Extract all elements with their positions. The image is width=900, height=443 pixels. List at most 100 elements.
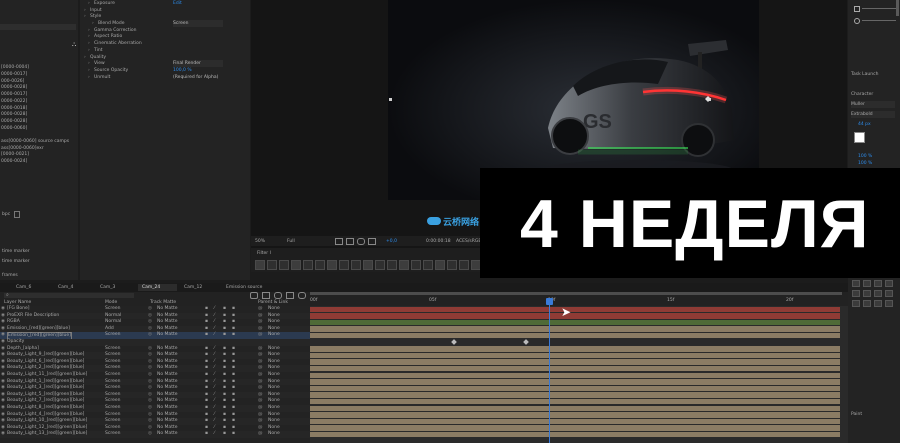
layer-name[interactable]: [FG Bone] xyxy=(7,306,29,313)
align-button-icon[interactable] xyxy=(885,290,893,297)
layer-switch-icon[interactable]: ▪ xyxy=(232,306,235,313)
effect-value[interactable]: (Required for Alpha) xyxy=(173,74,223,81)
track-matte-select[interactable]: No Matte xyxy=(157,418,197,425)
effect-preset-icon[interactable] xyxy=(375,260,385,270)
layer-duration-bar[interactable] xyxy=(310,425,840,431)
layer-switch-icon[interactable]: ▪ xyxy=(232,405,235,412)
table-row[interactable]: ◉ [FG Bone] Screen ◎ No Matte ▪ ⁄ ▪ ▪ @ None xyxy=(0,306,310,313)
layer-duration-bar[interactable] xyxy=(310,346,840,352)
layer-switch-icon[interactable]: ▪ xyxy=(223,398,226,405)
timecode-display[interactable]: 0:00:00:18 xyxy=(426,238,451,245)
layer-switch-icon[interactable]: ▪ xyxy=(232,398,235,405)
layer-switch-icon[interactable]: ▪ xyxy=(205,352,208,359)
layer-switch-icon[interactable]: ⁄ xyxy=(214,418,215,425)
project-item[interactable]: 0000-0024] xyxy=(0,158,76,165)
effect-preset-icon[interactable] xyxy=(423,260,433,270)
parent-select[interactable]: None xyxy=(268,352,300,359)
parent-select[interactable]: None xyxy=(268,398,300,405)
layer-switch-icon[interactable]: ⁄ xyxy=(214,405,215,412)
effect-preset-icon[interactable] xyxy=(291,260,301,270)
visibility-eye-icon[interactable]: ◉ xyxy=(1,425,5,432)
layer-switch-icon[interactable]: ▪ xyxy=(205,359,208,366)
parent-select[interactable]: None xyxy=(268,306,300,313)
comp-switch-icon-1[interactable] xyxy=(250,292,258,299)
layer-switch-icon[interactable]: ▪ xyxy=(223,352,226,359)
layer-name[interactable]: Beauty_Light_13_[red][green][blue] xyxy=(7,431,87,438)
layer-switch-icon[interactable]: ▪ xyxy=(232,385,235,392)
mode-select[interactable]: Normal xyxy=(105,319,143,326)
project-item[interactable] xyxy=(0,51,76,58)
layer-name[interactable]: Beauty_Light_8_[red][green][blue] xyxy=(7,405,84,412)
layer-duration-bar[interactable] xyxy=(310,352,840,359)
layer-name[interactable]: Beauty_Light_7_[red][green][blue] xyxy=(7,398,84,405)
mode-select[interactable]: Screen xyxy=(105,385,143,392)
layer-duration-bar[interactable] xyxy=(310,379,840,385)
colorspace-select[interactable]: ACES/sRGB xyxy=(456,238,481,245)
table-row[interactable]: ◉ Beauty_Light_13_[red][green][blue] Scree… xyxy=(0,431,310,438)
layer-duration-bar[interactable] xyxy=(310,372,840,379)
resolution-select[interactable]: Full xyxy=(287,238,295,245)
layer-switch-icon[interactable]: ⁄ xyxy=(214,385,215,392)
layer-switch-icon[interactable]: ▪ xyxy=(232,431,235,438)
table-row[interactable]: ◉ Beauty_Light_10_[red][green][blue] Scree… xyxy=(0,418,310,425)
layer-switch-icon[interactable]: ⁄ xyxy=(214,332,215,339)
mode-select[interactable]: Screen xyxy=(105,352,143,359)
matte-link-icon[interactable]: ◎ xyxy=(148,332,152,339)
align-icon-2[interactable] xyxy=(854,18,860,24)
layer-switch-icon[interactable]: ▪ xyxy=(223,332,226,339)
track-matte-select[interactable]: No Matte xyxy=(157,332,197,339)
align-button-icon[interactable] xyxy=(874,280,882,287)
table-row[interactable]: ◉ Emission_[red][green][blue] Screen ◎ No Ma… xyxy=(0,332,310,341)
grid-icon[interactable] xyxy=(346,238,354,245)
timeline-tab[interactable]: Cam_4 xyxy=(54,284,93,291)
parent-pickwhip-icon[interactable]: @ xyxy=(258,398,263,405)
matte-link-icon[interactable]: ◎ xyxy=(148,418,152,425)
layer-switch-icon[interactable]: ▪ xyxy=(205,365,208,372)
parent-pickwhip-icon[interactable]: @ xyxy=(258,365,263,372)
layer-switch-icon[interactable]: ▪ xyxy=(205,405,208,412)
layer-switch-icon[interactable]: ▪ xyxy=(205,379,208,386)
layer-name[interactable]: Opacity xyxy=(7,339,24,346)
track-matte-select[interactable]: No Matte xyxy=(157,352,197,359)
project-item[interactable]: 0000-0022] xyxy=(0,98,76,105)
effect-preset-icon[interactable] xyxy=(255,260,265,270)
parent-pickwhip-icon[interactable]: @ xyxy=(258,372,263,379)
layer-switch-icon[interactable]: ▪ xyxy=(223,359,226,366)
parent-pickwhip-icon[interactable]: @ xyxy=(258,385,263,392)
project-item[interactable]: [0000-0004] xyxy=(0,64,76,71)
keyframe-icon[interactable] xyxy=(523,339,529,345)
search-icon[interactable]: ⌕ xyxy=(6,293,9,298)
parent-select[interactable]: None xyxy=(268,319,300,326)
visibility-eye-icon[interactable]: ◉ xyxy=(1,352,5,359)
mode-header[interactable]: Mode xyxy=(105,299,117,306)
effect-preset-icon[interactable] xyxy=(279,260,289,270)
layer-switch-icon[interactable]: ⁄ xyxy=(214,352,215,359)
mode-select[interactable]: Screen xyxy=(105,418,143,425)
project-item[interactable]: 0000-0060] xyxy=(0,125,76,132)
visibility-eye-icon[interactable]: ◉ xyxy=(1,365,5,372)
layer-switch-icon[interactable]: ▪ xyxy=(223,412,226,419)
effect-preset-icon[interactable] xyxy=(447,260,457,270)
align-button-icon[interactable] xyxy=(863,290,871,297)
matte-link-icon[interactable]: ◎ xyxy=(148,431,152,438)
table-row[interactable]: ◉ Beauty_Light_9_[red][green][blue] Screen… xyxy=(0,352,310,359)
zoom-select[interactable]: 50% xyxy=(255,238,265,245)
layer-switch-icon[interactable]: ⁄ xyxy=(214,365,215,372)
table-row[interactable]: ◉ Beauty_Light_3_[red][green][blue] Screen… xyxy=(0,385,310,392)
timeline-search-input[interactable] xyxy=(4,293,134,298)
visibility-eye-icon[interactable]: ◉ xyxy=(1,339,5,346)
align-icon-1[interactable] xyxy=(854,6,860,12)
project-item[interactable]: 0000-0028] xyxy=(0,84,76,91)
slider-track[interactable] xyxy=(862,8,896,9)
visibility-eye-icon[interactable]: ◉ xyxy=(1,418,5,425)
layer-duration-bar[interactable] xyxy=(310,332,840,339)
visibility-eye-icon[interactable]: ◉ xyxy=(1,412,5,419)
layer-name[interactable]: Beauty_Light_10_[red][green][blue] xyxy=(7,418,87,425)
matte-link-icon[interactable]: ◎ xyxy=(148,379,152,386)
magnification-value[interactable]: +0,0 xyxy=(386,238,397,245)
layer-switch-icon[interactable]: ▪ xyxy=(223,326,226,333)
expand-arrow-icon[interactable]: › xyxy=(88,74,90,81)
effect-preset-icon[interactable] xyxy=(303,260,313,270)
trash-icon[interactable] xyxy=(14,211,20,218)
table-row[interactable]: ◉ Beauty_Light_7_[red][green][blue] Screen… xyxy=(0,398,310,405)
